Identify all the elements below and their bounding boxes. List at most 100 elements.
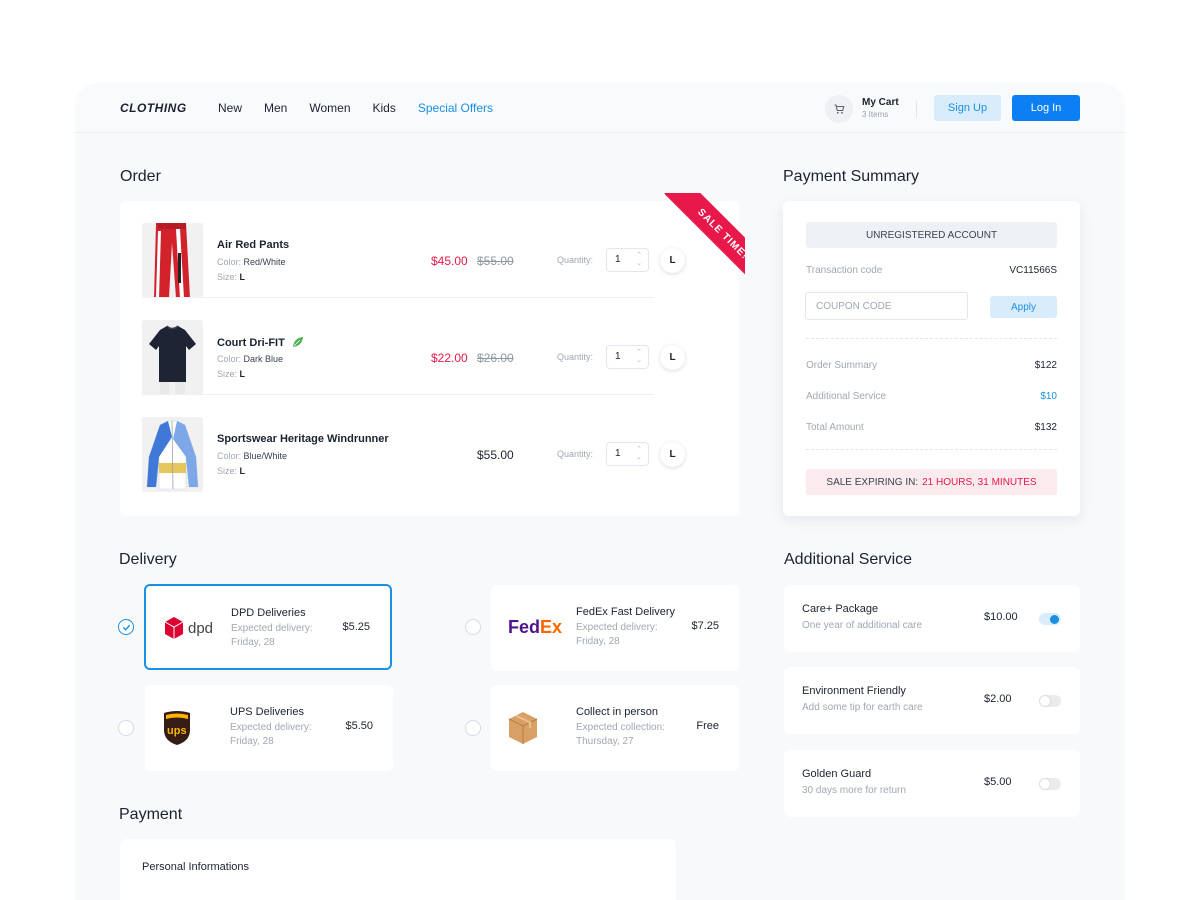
service-toggle[interactable] — [1039, 613, 1061, 625]
signup-button[interactable]: Sign Up — [934, 95, 1001, 121]
cart-icon[interactable] — [825, 95, 853, 123]
quantity-stepper[interactable]: 1 ⌃ ⌄ — [606, 442, 649, 466]
quantity-value: 1 — [615, 448, 621, 459]
delivery-price: $5.50 — [345, 720, 373, 732]
top-navigation-bar: CLOTHING New Men Women Kids Special Offe… — [75, 83, 1125, 133]
delivery-expected: Expected delivery: Friday, 28 — [230, 721, 330, 749]
expected-label: Expected delivery: — [230, 722, 312, 733]
delivery-name: UPS Deliveries — [230, 706, 304, 718]
price: $55.00 — [477, 448, 514, 462]
sale-price: $45.00 — [431, 254, 468, 268]
size-button[interactable]: L — [660, 442, 685, 467]
delivery-radio-collect[interactable] — [465, 720, 481, 736]
size-label: Size: — [217, 369, 238, 379]
service-environment-friendly: Environment Friendly Add some tip for ea… — [784, 667, 1080, 734]
delivery-expected: Expected delivery: Friday, 28 — [231, 622, 331, 650]
delivery-price: Free — [696, 720, 719, 732]
quantity-value: 1 — [615, 351, 621, 362]
fedex-logo-icon: Fed Ex — [508, 616, 564, 643]
order-summary-value: $122 — [1034, 360, 1057, 371]
login-button[interactable]: Log In — [1012, 95, 1080, 121]
svg-text:Fed: Fed — [508, 617, 540, 637]
quantity-stepper[interactable]: 1 ⌃ ⌄ — [606, 345, 649, 369]
quantity-label: Quantity: — [557, 352, 594, 362]
order-title: Order — [120, 168, 161, 185]
service-name: Care+ Package — [802, 603, 879, 615]
stepper-arrows-icon[interactable]: ⌃ ⌄ — [636, 252, 642, 268]
dashed-divider — [806, 449, 1057, 450]
color-label: Color: — [217, 451, 242, 461]
delivery-price: $7.25 — [691, 620, 719, 632]
order-summary-label: Order Summary — [806, 360, 878, 371]
service-toggle[interactable] — [1039, 778, 1061, 790]
header-divider — [916, 101, 917, 117]
quantity-label: Quantity: — [557, 449, 594, 459]
quantity-stepper[interactable]: 1 ⌃ ⌄ — [606, 248, 649, 272]
delivery-option-collect[interactable]: Collect in person Expected collection: Th… — [491, 685, 739, 771]
product-name[interactable]: Sportswear Heritage Windrunner — [217, 433, 389, 445]
delivery-name: DPD Deliveries — [231, 607, 306, 619]
service-name: Golden Guard — [802, 768, 872, 780]
toggle-knob — [1040, 696, 1050, 706]
size-button[interactable]: L — [660, 345, 685, 370]
stepper-arrows-icon[interactable]: ⌃ ⌄ — [636, 446, 642, 462]
toggle-knob — [1050, 614, 1059, 624]
ups-logo-icon: ups — [162, 710, 192, 751]
apply-coupon-button[interactable]: Apply — [990, 296, 1057, 318]
product-color: Color: Blue/White — [217, 451, 287, 461]
product-image-windrunner[interactable] — [142, 417, 203, 492]
service-name: Environment Friendly — [802, 685, 906, 697]
nav-item-new[interactable]: New — [218, 101, 242, 115]
delivery-expected: Expected delivery: Friday, 28 — [576, 621, 676, 649]
nav-item-special-offers[interactable]: Special Offers — [418, 101, 493, 115]
app-frame: CLOTHING New Men Women Kids Special Offe… — [75, 83, 1125, 900]
account-status-badge: UNREGISTERED ACCOUNT — [806, 222, 1057, 248]
expected-date: Friday, 28 — [231, 637, 275, 648]
brand-logo[interactable]: CLOTHING — [120, 101, 187, 115]
nav-item-men[interactable]: Men — [264, 101, 287, 115]
payment-summary-title: Payment Summary — [783, 168, 920, 185]
svg-text:Ex: Ex — [540, 617, 562, 637]
delivery-option-ups[interactable]: ups UPS Deliveries Expected delivery: Fri… — [145, 685, 393, 771]
nav-item-women[interactable]: Women — [309, 101, 350, 115]
sale-ribbon-label: SALE TIME! — [664, 193, 745, 293]
service-price: $2.00 — [984, 693, 1012, 705]
delivery-option-dpd[interactable]: dpd DPD Deliveries Expected delivery: Fri… — [144, 584, 392, 670]
service-price: $10.00 — [984, 611, 1018, 623]
product-image-air-red-pants[interactable] — [142, 223, 203, 298]
check-icon — [122, 624, 130, 631]
delivery-name: FedEx Fast Delivery — [576, 606, 676, 618]
payment-card: Personal Informations — [120, 839, 676, 900]
delivery-name: Collect in person — [576, 706, 658, 718]
expected-date: Thursday, 27 — [576, 736, 634, 747]
stepper-arrows-icon[interactable]: ⌃ ⌄ — [636, 349, 642, 365]
delivery-radio-dpd[interactable] — [118, 619, 134, 635]
delivery-radio-fedex[interactable] — [465, 619, 481, 635]
nav-item-kids[interactable]: Kids — [373, 101, 396, 115]
product-name[interactable]: Air Red Pants — [217, 239, 289, 251]
service-description: 30 days more for return — [802, 785, 906, 796]
delivery-price: $5.25 — [342, 621, 370, 633]
leaf-icon — [292, 337, 303, 347]
delivery-radio-ups[interactable] — [118, 720, 134, 736]
dpd-logo-icon: dpd — [163, 616, 215, 645]
order-item: Sportswear Heritage Windrunner Color: Bl… — [120, 395, 739, 492]
color-value: Dark Blue — [243, 354, 284, 364]
coupon-input[interactable]: COUPON CODE — [805, 292, 968, 320]
product-name-text[interactable]: Court Dri-FIT — [217, 337, 285, 349]
service-toggle[interactable] — [1039, 695, 1061, 707]
product-color: Color: Dark Blue — [217, 354, 283, 364]
product-image-court-dri-fit[interactable] — [142, 320, 203, 395]
service-care-plus: Care+ Package One year of additional car… — [784, 585, 1080, 652]
cart-count: 3 Items — [862, 110, 889, 119]
size-value: L — [239, 466, 246, 476]
personal-informations-heading: Personal Informations — [142, 861, 249, 873]
color-value: Red/White — [243, 257, 286, 267]
total-amount-value: $132 — [1034, 422, 1057, 433]
delivery-option-fedex[interactable]: Fed Ex FedEx Fast Delivery Expected deli… — [491, 585, 739, 671]
product-size: Size: L — [217, 466, 245, 476]
cart-title[interactable]: My Cart — [862, 97, 899, 108]
color-label: Color: — [217, 257, 242, 267]
service-description: Add some tip for earth care — [802, 702, 923, 713]
transaction-code-value: VC11566S — [1009, 265, 1057, 276]
